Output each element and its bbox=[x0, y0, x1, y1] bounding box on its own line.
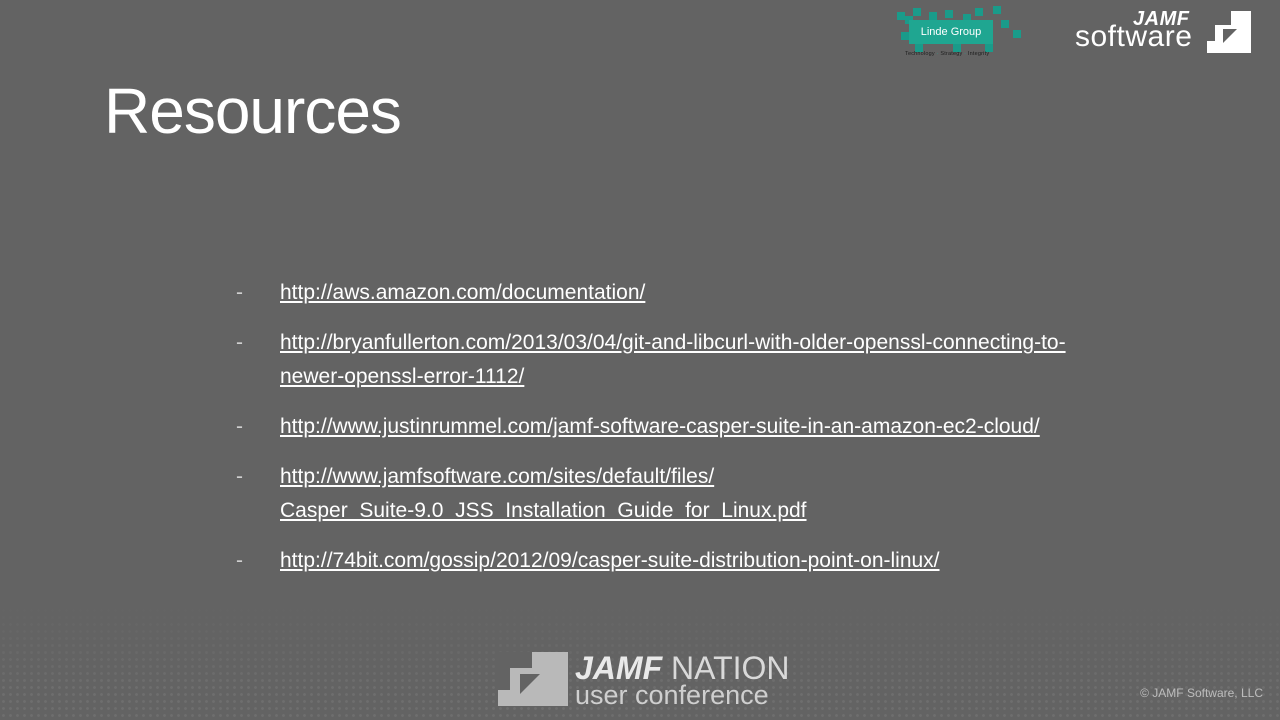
resource-list: - http://aws.amazon.com/documentation/ -… bbox=[236, 276, 1196, 594]
list-item: - http://www.justinrummel.com/jamf-softw… bbox=[236, 410, 1196, 444]
bullet-dash: - bbox=[236, 465, 243, 488]
list-item: - http://www.jamfsoftware.com/sites/defa… bbox=[236, 460, 1196, 528]
list-item: - http://74bit.com/gossip/2012/09/casper… bbox=[236, 544, 1196, 578]
resource-link[interactable]: http://aws.amazon.com/documentation/ bbox=[280, 281, 645, 304]
jamf-software-logo: JAMF software bbox=[1075, 6, 1253, 56]
jamf-nation-conference-logo: JAMF NATION user conference bbox=[498, 650, 790, 710]
page-title: Resources bbox=[104, 75, 402, 147]
list-item: - http://aws.amazon.com/documentation/ bbox=[236, 276, 1196, 310]
bullet-dash: - bbox=[236, 415, 243, 438]
bullet-dash: - bbox=[236, 281, 243, 304]
jamf-mark-icon bbox=[1207, 11, 1251, 53]
resource-link[interactable]: http://74bit.com/gossip/2012/09/casper-s… bbox=[280, 549, 940, 572]
linde-group-logo: Linde Group TechnologyStrategyIntegrity bbox=[893, 2, 1023, 60]
bullet-dash: - bbox=[236, 549, 243, 572]
resource-link[interactable]: http://www.jamfsoftware.com/sites/defaul… bbox=[280, 465, 807, 522]
software-logo-word: software bbox=[1075, 20, 1193, 53]
linde-group-name: Linde Group bbox=[909, 20, 993, 44]
conference-subtitle: user conference bbox=[575, 680, 769, 710]
resource-link[interactable]: http://bryanfullerton.com/2013/03/04/git… bbox=[280, 331, 1066, 388]
bullet-dash: - bbox=[236, 331, 243, 354]
jamf-nation-mark-icon bbox=[498, 652, 568, 706]
list-item: - http://bryanfullerton.com/2013/03/04/g… bbox=[236, 326, 1196, 394]
copyright-notice: © JAMF Software, LLC bbox=[1140, 686, 1263, 700]
linde-group-tagline: TechnologyStrategyIntegrity bbox=[905, 51, 989, 57]
resource-link[interactable]: http://www.justinrummel.com/jamf-softwar… bbox=[280, 415, 1040, 438]
